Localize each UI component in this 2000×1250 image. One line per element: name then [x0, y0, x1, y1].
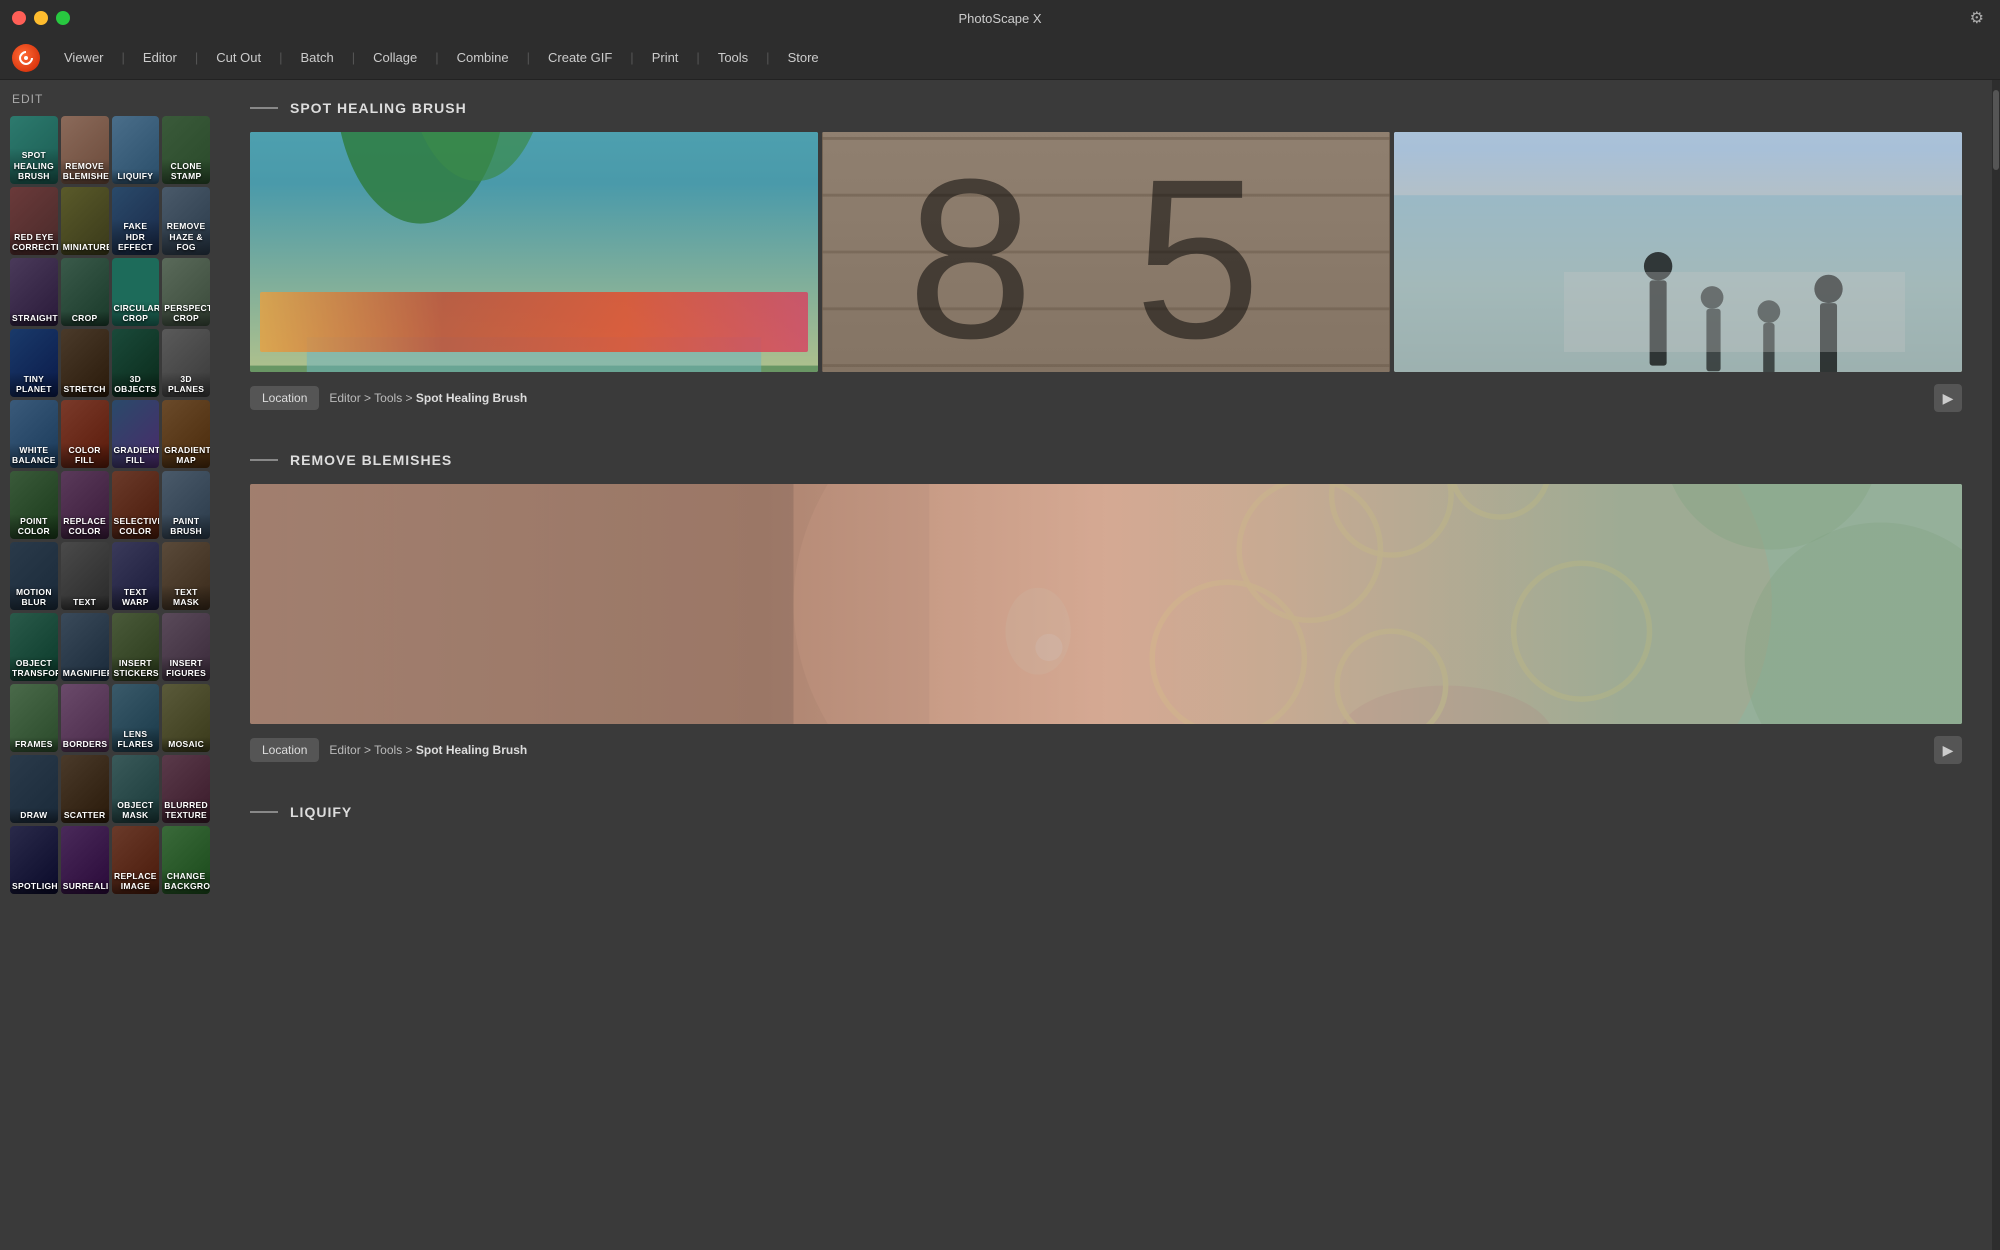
app-logo[interactable]: [12, 44, 40, 72]
tool-item-fake-hdr[interactable]: FAKE HDR EFFECT: [112, 187, 160, 255]
section-line-3: [250, 811, 278, 813]
tool-item-lens-flares[interactable]: LENS FLARES: [112, 684, 160, 752]
tool-item-paint-brush[interactable]: PAINT BRUSH: [162, 471, 210, 539]
location-button-2[interactable]: Location: [250, 738, 319, 762]
sidebar-title: EDIT: [10, 92, 210, 106]
location-bar-spot-healing: Location Editor > Tools > Spot Healing B…: [250, 384, 1962, 412]
tool-item-clone-stamp[interactable]: CLONE STAMP: [162, 116, 210, 184]
scrollbar[interactable]: [1992, 80, 2000, 1250]
tool-item-motion-blur[interactable]: MOTION BLUR: [10, 542, 58, 610]
menu-cut-out[interactable]: Cut Out: [204, 45, 273, 70]
sidebar: EDIT SPOT HEALING BRUSHREMOVE BLEMISHESL…: [0, 80, 220, 1250]
section-title-spot-healing: SPOT HEALING BRUSH: [290, 100, 467, 116]
tool-item-gradient-fill[interactable]: GRADIENT FILL: [112, 400, 160, 468]
section-line: [250, 107, 278, 109]
tool-item-perspective-crop[interactable]: PERSPECTIVE CROP: [162, 258, 210, 326]
menu-store[interactable]: Store: [776, 45, 831, 70]
section-remove-blemishes: REMOVE BLEMISHES: [250, 452, 1962, 764]
tool-item-gradient-map[interactable]: GRADIENT MAP: [162, 400, 210, 468]
section-header-remove-blemishes: REMOVE BLEMISHES: [250, 452, 1962, 468]
tool-item-stretch[interactable]: STRETCH: [61, 329, 109, 397]
tool-item-text-warp[interactable]: TEXT WARP: [112, 542, 160, 610]
tool-item-red-eye[interactable]: RED EYE CORRECTION: [10, 187, 58, 255]
menu-tools[interactable]: Tools: [706, 45, 760, 70]
svg-text:8: 8: [907, 132, 1090, 372]
menu-viewer[interactable]: Viewer: [52, 45, 116, 70]
tool-item-miniature[interactable]: MINIATURE: [61, 187, 109, 255]
minimize-button[interactable]: [34, 11, 48, 25]
location-button-1[interactable]: Location: [250, 386, 319, 410]
content-area: SPOT HEALING BRUSH: [220, 80, 1992, 1250]
menu-editor[interactable]: Editor: [131, 45, 189, 70]
tool-item-object-mask[interactable]: OBJECT MASK: [112, 755, 160, 823]
settings-icon[interactable]: ⚙: [1970, 8, 1984, 28]
tool-item-replace-image[interactable]: REPLACE IMAGE: [112, 826, 160, 894]
tool-item-liquify[interactable]: LIQUIFY: [112, 116, 160, 184]
gallery-image-beach: [1394, 132, 1962, 372]
tool-item-insert-figures[interactable]: INSERT FIGURES: [162, 613, 210, 681]
tool-item-tiny-planet[interactable]: TINY PLANET: [10, 329, 58, 397]
tool-item-scatter[interactable]: SCATTER: [61, 755, 109, 823]
section-title-remove-blemishes: REMOVE BLEMISHES: [290, 452, 452, 468]
tool-item-text-mask[interactable]: TEXT MASK: [162, 542, 210, 610]
tool-item-object-transform[interactable]: OBJECT TRANSFORM: [10, 613, 58, 681]
section-spot-healing: SPOT HEALING BRUSH: [250, 100, 1962, 412]
tool-item-white-balance[interactable]: WHITE BALANCE: [10, 400, 58, 468]
tool-item-blurred-texture[interactable]: BLURRED TEXTURE: [162, 755, 210, 823]
tool-item-color-fill[interactable]: COLOR FILL: [61, 400, 109, 468]
gallery-image-numbers: 8 5: [822, 132, 1390, 372]
main-layout: EDIT SPOT HEALING BRUSHREMOVE BLEMISHESL…: [0, 80, 2000, 1250]
menubar: Viewer | Editor | Cut Out | Batch | Coll…: [0, 36, 2000, 80]
close-button[interactable]: [12, 11, 26, 25]
tool-item-circular-crop[interactable]: CIRCULAR CROP: [112, 258, 160, 326]
tool-item-remove-haze[interactable]: REMOVE HAZE & FOG: [162, 187, 210, 255]
location-path-2: Editor > Tools > Spot Healing Brush: [329, 743, 527, 757]
svg-text:5: 5: [1134, 132, 1317, 372]
section-liquify: LIQUIFY: [250, 804, 1962, 820]
menu-collage[interactable]: Collage: [361, 45, 429, 70]
section-header-liquify: LIQUIFY: [250, 804, 1962, 820]
gallery-image-pool: CAP TOUR: [250, 132, 818, 372]
play-button-1[interactable]: ▶: [1934, 384, 1962, 412]
tool-item-text[interactable]: TEXT: [61, 542, 109, 610]
tool-item-insert-stickers[interactable]: INSERT STICKERS: [112, 613, 160, 681]
section-header-spot-healing: SPOT HEALING BRUSH: [250, 100, 1962, 116]
play-button-2[interactable]: ▶: [1934, 736, 1962, 764]
blemishes-image: [250, 484, 1962, 724]
tool-item-frames[interactable]: FRAMES: [10, 684, 58, 752]
tool-item-straighten[interactable]: STRAIGHTEN: [10, 258, 58, 326]
tool-item-3d-objects[interactable]: 3D OBJECTS: [112, 329, 160, 397]
section-line-2: [250, 459, 278, 461]
menu-combine[interactable]: Combine: [445, 45, 521, 70]
scrollbar-thumb[interactable]: [1993, 90, 1999, 170]
tool-item-surrealistic[interactable]: SURREALISTIC: [61, 826, 109, 894]
menu-print[interactable]: Print: [640, 45, 691, 70]
image-gallery-spot-healing: CAP TOUR: [250, 132, 1962, 372]
app-title: PhotoScape X: [958, 11, 1041, 26]
tool-item-3d-planes[interactable]: 3D PLANES: [162, 329, 210, 397]
tool-item-remove-blemishes[interactable]: REMOVE BLEMISHES: [61, 116, 109, 184]
location-bar-remove-blemishes: Location Editor > Tools > Spot Healing B…: [250, 736, 1962, 764]
maximize-button[interactable]: [56, 11, 70, 25]
tool-item-point-color[interactable]: POINT COLOR: [10, 471, 58, 539]
tool-item-change-bg[interactable]: CHANGE BACKGROUND: [162, 826, 210, 894]
tool-item-replace-color[interactable]: REPLACE COLOR: [61, 471, 109, 539]
menu-batch[interactable]: Batch: [288, 45, 345, 70]
section-title-liquify: LIQUIFY: [290, 804, 352, 820]
tool-item-selective-color[interactable]: SELECTIVE COLOR: [112, 471, 160, 539]
titlebar: PhotoScape X ⚙: [0, 0, 2000, 36]
tool-item-crop[interactable]: CROP: [61, 258, 109, 326]
tool-item-spotlight[interactable]: SPOTLIGHT: [10, 826, 58, 894]
menu-create-gif[interactable]: Create GIF: [536, 45, 624, 70]
tool-item-borders[interactable]: BORDERS: [61, 684, 109, 752]
tool-item-draw[interactable]: DRAW: [10, 755, 58, 823]
tool-item-spot-healing[interactable]: SPOT HEALING BRUSH: [10, 116, 58, 184]
tool-grid: SPOT HEALING BRUSHREMOVE BLEMISHESLIQUIF…: [10, 116, 210, 894]
tool-item-mosaic[interactable]: MOSAIC: [162, 684, 210, 752]
location-path-1: Editor > Tools > Spot Healing Brush: [329, 391, 527, 405]
window-controls: [12, 11, 70, 25]
tool-item-magnifier[interactable]: MAGNIFIER: [61, 613, 109, 681]
